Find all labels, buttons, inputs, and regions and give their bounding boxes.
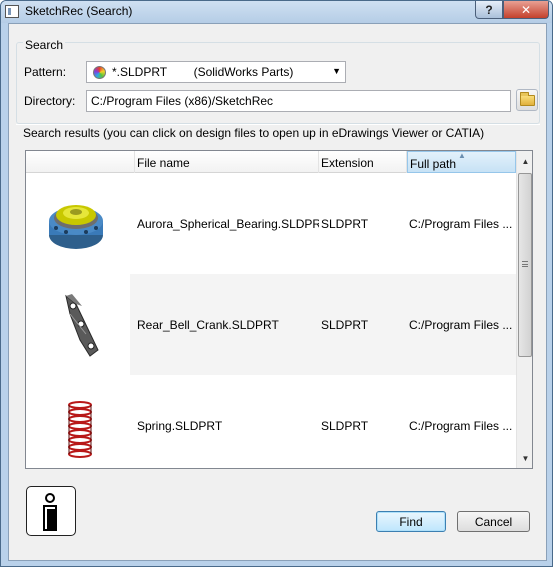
- folder-open-icon: [520, 92, 535, 106]
- scroll-down-icon[interactable]: ▼: [517, 450, 532, 467]
- extension-cell: SLDPRT: [321, 317, 369, 332]
- extension-cell: SLDPRT: [321, 418, 369, 433]
- column-header-thumbnail[interactable]: [26, 151, 135, 173]
- column-header-full-path[interactable]: Full path ▲: [407, 151, 516, 173]
- dialog-client-area: Search Pattern: *.SLDPRT (SolidWorks Par…: [8, 23, 547, 561]
- vertical-scrollbar[interactable]: ▲ ▼: [516, 151, 532, 468]
- spring-thumbnail: [26, 375, 130, 468]
- sketchrec-logo: [26, 486, 76, 536]
- cancel-button[interactable]: Cancel: [457, 511, 530, 532]
- app-icon: [5, 5, 19, 18]
- results-table[interactable]: File name Extension Full path ▲ Aurora_S…: [25, 150, 533, 469]
- dialog-window: SketchRec (Search) ? ✕ Search Pattern: *…: [0, 0, 553, 567]
- column-header-file-name[interactable]: File name: [135, 151, 319, 173]
- extension-cell: SLDPRT: [321, 216, 369, 231]
- directory-input[interactable]: C:/Program Files (x86)/SketchRec: [86, 90, 511, 112]
- file-name-cell[interactable]: Rear_Bell_Crank.SLDPRT: [135, 274, 319, 375]
- pattern-value: *.SLDPRT (SolidWorks Parts): [112, 65, 294, 79]
- results-label: Search results (you can click on design …: [23, 126, 485, 140]
- search-group-legend: Search: [23, 38, 66, 52]
- table-row[interactable]: Rear_Bell_Crank.SLDPRT SLDPRT C:/Program…: [26, 274, 516, 375]
- pattern-label: Pattern:: [24, 65, 67, 79]
- table-row[interactable]: Aurora_Spherical_Bearing.SLDPRT SLDPRT C…: [26, 173, 516, 274]
- scrollbar-thumb[interactable]: [518, 173, 532, 357]
- column-header-extension[interactable]: Extension: [319, 151, 407, 173]
- separator: [16, 124, 540, 125]
- window-title: SketchRec (Search): [25, 4, 133, 18]
- solidworks-color-icon: [93, 65, 106, 79]
- full-path-cell: C:/Program Files ...: [409, 317, 513, 332]
- bearing-thumbnail: [26, 173, 130, 274]
- browse-folder-button[interactable]: [516, 89, 538, 111]
- directory-label: Directory:: [24, 94, 76, 108]
- bell-crank-thumbnail: [26, 274, 130, 375]
- sort-ascending-icon: ▲: [458, 151, 466, 160]
- full-path-cell: C:/Program Files ...: [409, 216, 513, 231]
- pattern-dropdown[interactable]: *.SLDPRT (SolidWorks Parts) ▼: [86, 61, 346, 83]
- help-button[interactable]: ?: [475, 1, 503, 19]
- find-button[interactable]: Find: [376, 511, 446, 532]
- full-path-cell: C:/Program Files ...: [409, 418, 513, 433]
- column-header-full-path-label: Full path: [410, 157, 457, 171]
- file-name-cell[interactable]: Spring.SLDPRT: [135, 375, 319, 468]
- table-header: File name Extension Full path ▲: [26, 151, 516, 173]
- table-row[interactable]: Spring.SLDPRT SLDPRT C:/Program Files ..…: [26, 375, 516, 468]
- file-name-cell[interactable]: Aurora_Spherical_Bearing.SLDPRT: [135, 173, 319, 274]
- close-button[interactable]: ✕: [503, 1, 549, 19]
- scroll-up-icon[interactable]: ▲: [517, 153, 532, 170]
- dropdown-arrow-icon[interactable]: ▼: [332, 66, 341, 76]
- title-bar[interactable]: SketchRec (Search) ? ✕: [1, 1, 552, 23]
- grip-icon: [522, 261, 528, 267]
